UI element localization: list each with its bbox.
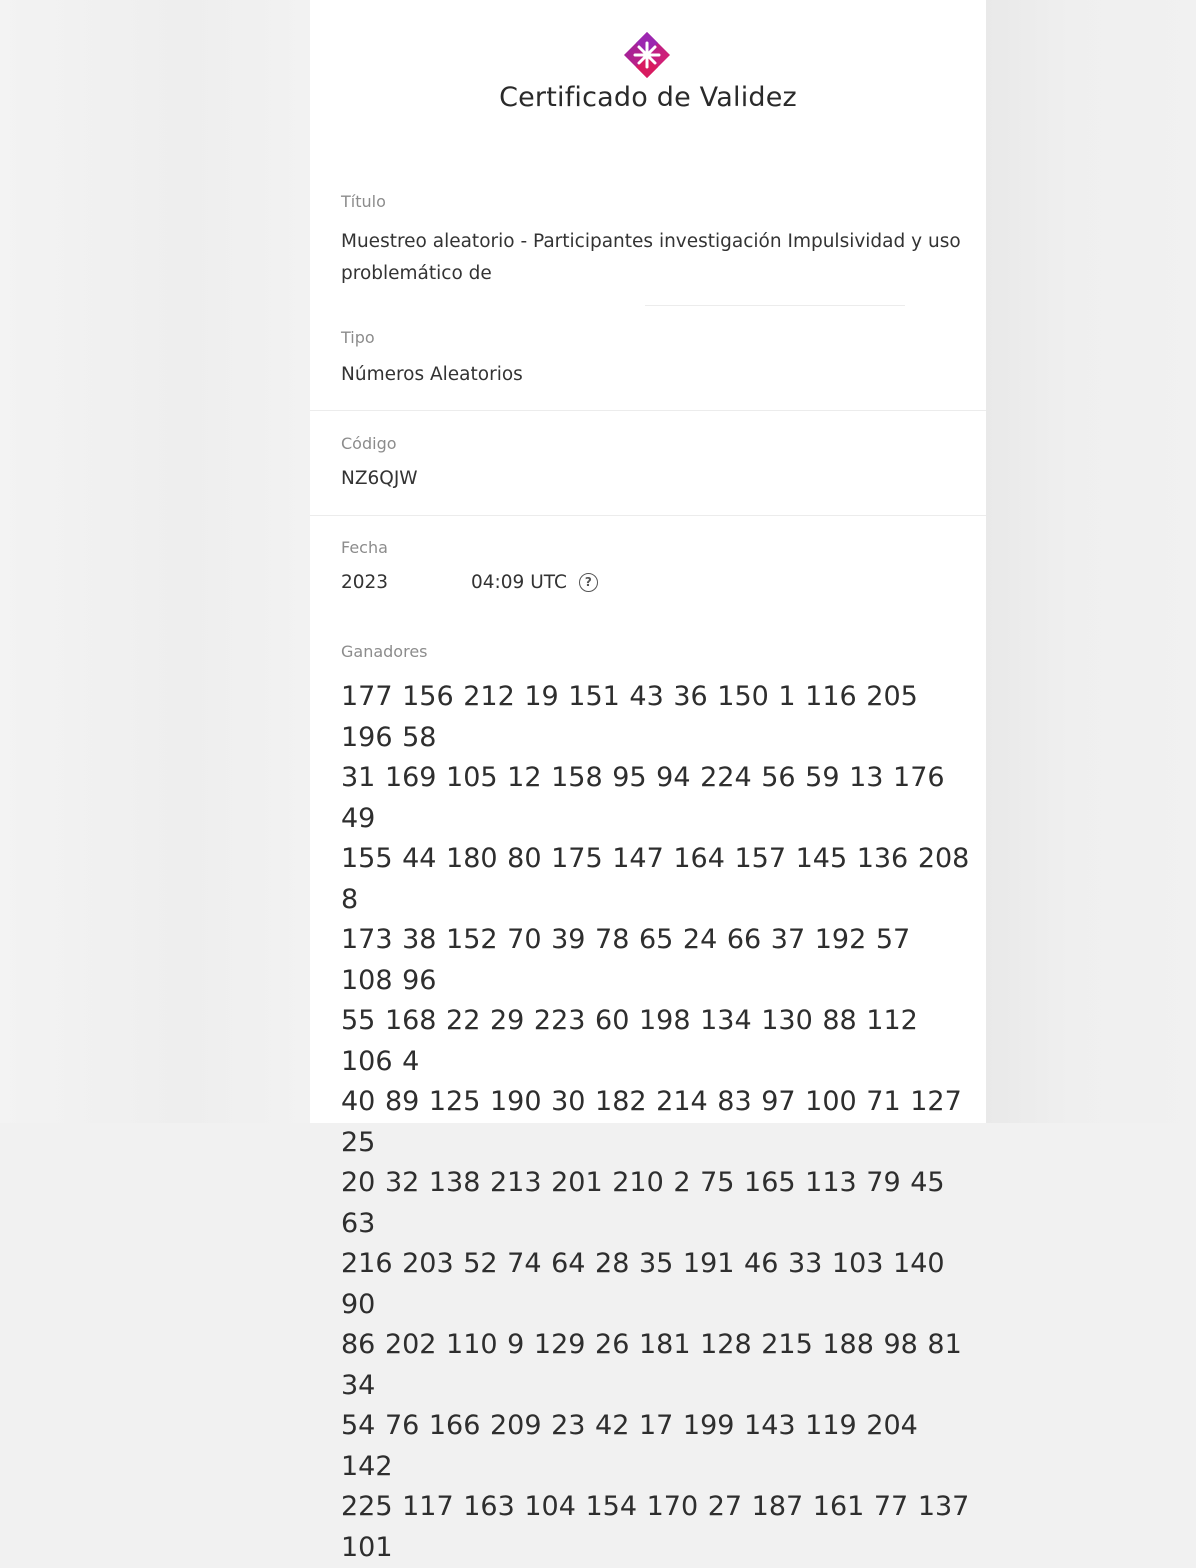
- background-left: [0, 0, 310, 1123]
- title-label: Título: [341, 192, 386, 211]
- winners-line: 177 156 212 19 151 43 36 150 1 116 205 1…: [341, 681, 918, 753]
- date-label: Fecha: [341, 538, 388, 557]
- code-label: Código: [341, 434, 397, 453]
- date-year: 2023: [341, 572, 389, 593]
- winners-line: 225 117 163 104 154 170 27 187 161 77 13…: [341, 1491, 970, 1563]
- divider: [310, 410, 986, 411]
- date-value: 2023 04:09 UTC ?: [341, 572, 598, 593]
- divider: [310, 515, 986, 516]
- question-circle-icon[interactable]: ?: [578, 573, 598, 592]
- winners-label: Ganadores: [341, 642, 428, 661]
- winners-line: 54 76 166 209 23 42 17 199 143 119 204 1…: [341, 1410, 918, 1482]
- background-right: [986, 0, 1196, 1123]
- date-time: 04:09 UTC: [471, 572, 567, 593]
- type-label: Tipo: [341, 328, 375, 347]
- divider: [645, 305, 905, 306]
- diamond-star-logo-icon: [622, 30, 672, 80]
- winners-line: 31 169 105 12 158 95 94 224 56 59 13 176…: [341, 762, 945, 834]
- winners-line: 173 38 152 70 39 78 65 24 66 37 192 57 1…: [341, 924, 911, 996]
- certificate-title: Certificado de Validez: [499, 82, 797, 113]
- winners-line: 20 32 138 213 201 210 2 75 165 113 79 45…: [341, 1167, 945, 1239]
- winners-line: 155 44 180 80 175 147 164 157 145 136 20…: [341, 843, 970, 915]
- title-value: Muestreo aleatorio - Participantes inves…: [341, 231, 961, 284]
- winners-line: 55 168 22 29 223 60 198 134 130 88 112 1…: [341, 1005, 918, 1077]
- code-value: NZ6QJW: [341, 468, 418, 489]
- winners-line: 216 203 52 74 64 28 35 191 46 33 103 140…: [341, 1248, 945, 1320]
- type-value: Números Aleatorios: [341, 364, 523, 385]
- winners-line: 86 202 110 9 129 26 181 128 215 188 98 8…: [341, 1329, 962, 1401]
